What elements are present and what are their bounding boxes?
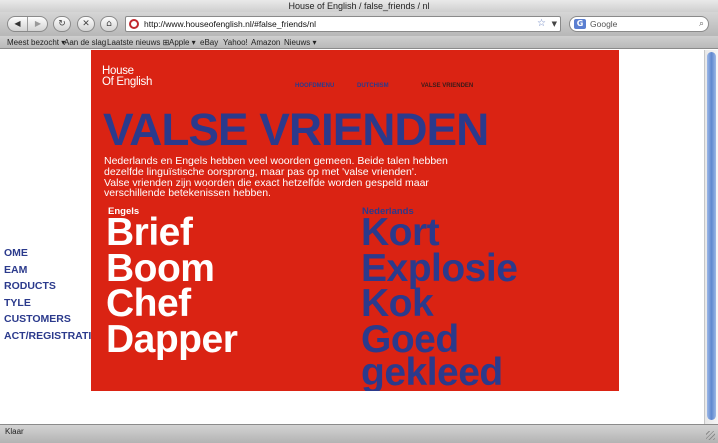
side-nav-style[interactable]: TYLE — [4, 295, 91, 312]
site-favicon-icon — [129, 19, 139, 29]
page-title: VALSE VRIENDEN — [103, 104, 489, 155]
dutch-word-list: Kort Explosie Kok Goed gekleed — [361, 211, 518, 391]
home-icon[interactable]: ⌂ — [100, 16, 118, 32]
english-word[interactable]: Boom — [106, 249, 237, 287]
dutch-word: Kort — [361, 211, 440, 254]
url-dropdown-icon[interactable]: ▼ — [552, 17, 557, 32]
status-bar: Klaar — [0, 424, 718, 443]
english-word[interactable]: Brief — [106, 213, 237, 251]
back-forward-group: ◀ ▶ — [7, 16, 48, 32]
dutch-word: gekleed — [361, 351, 503, 391]
stop-icon[interactable]: ✕ — [77, 16, 95, 32]
bookmarks-bar: Meest bezocht ▾ Aan de slag Laatste nieu… — [0, 36, 718, 49]
bookmark-yahoo[interactable]: Yahoo! — [223, 36, 248, 49]
site-side-nav: OME EAM RODUCTS TYLE CUSTOMERS ACT/REGIS… — [0, 245, 91, 345]
address-bar[interactable]: http://www.houseofenglish.nl/#false_frie… — [125, 16, 561, 32]
bookmark-ebay[interactable]: eBay — [200, 36, 218, 49]
bookmark-apple[interactable]: Apple ▾ — [169, 36, 196, 49]
page-viewport: OME EAM RODUCTS TYLE CUSTOMERS ACT/REGIS… — [0, 50, 704, 424]
search-input[interactable]: Google — [590, 17, 617, 32]
english-word[interactable]: Dapper — [106, 320, 238, 358]
intro-line: verschillende betekenissen hebben. — [104, 187, 271, 200]
scrollbar-thumb[interactable] — [707, 52, 716, 420]
browser-toolbar: ◀ ▶ ↻ ✕ ⌂ http://www.houseofenglish.nl/#… — [0, 12, 718, 36]
dutch-word: Explosie — [361, 246, 518, 290]
content-panel: House Of English HOOFDMENU DUTCHISM VALS… — [91, 50, 619, 391]
search-bar[interactable]: G Google ⌕ — [569, 16, 709, 32]
bookmark-news[interactable]: Nieuws ▾ — [284, 36, 316, 49]
bookmark-amazon[interactable]: Amazon — [251, 36, 280, 49]
menu-false-friends[interactable]: VALSE VRIENDEN — [421, 83, 473, 89]
window-titlebar: House of English / false_friends / nl — [0, 0, 718, 12]
menu-dutchism[interactable]: DUTCHISM — [357, 83, 389, 89]
bookmark-latest-news[interactable]: Laatste nieuws ⊞ — [107, 36, 169, 49]
vertical-scrollbar[interactable] — [704, 50, 718, 424]
site-logo[interactable]: House Of English — [102, 65, 153, 88]
english-word-list: Brief Boom Chef Dapper — [106, 213, 238, 358]
side-nav-customers[interactable]: CUSTOMERS — [4, 311, 91, 328]
side-nav-contact-registration[interactable]: ACT/REGISTRATI — [4, 328, 91, 345]
side-nav-team[interactable]: EAM — [4, 262, 91, 279]
reload-icon[interactable]: ↻ — [53, 16, 71, 32]
intro-text: Nederlands en Engels hebben veel woorden… — [104, 156, 524, 199]
side-nav-home[interactable]: OME — [4, 245, 91, 262]
search-magnifier-icon[interactable]: ⌕ — [699, 17, 704, 31]
status-text: Klaar — [5, 427, 24, 436]
logo-line-2: Of English — [102, 76, 153, 88]
url-text[interactable]: http://www.houseofenglish.nl/#false_frie… — [144, 17, 316, 32]
window-title: House of English / false_friends / nl — [288, 1, 430, 11]
google-icon[interactable]: G — [574, 19, 586, 29]
dutch-word: Kok — [361, 282, 434, 325]
bookmark-star-icon[interactable]: ☆ — [537, 17, 546, 31]
bookmark-most-visited[interactable]: Meest bezocht ▾ — [7, 36, 65, 49]
menu-main[interactable]: HOOFDMENU — [295, 83, 334, 89]
forward-arrow-icon[interactable]: ▶ — [28, 17, 48, 31]
intro-line: dezelfde linguïstische oorsprong, maar p… — [104, 165, 417, 178]
bookmark-getting-started[interactable]: Aan de slag — [64, 36, 106, 49]
english-word[interactable]: Chef — [106, 284, 237, 322]
side-nav-products[interactable]: RODUCTS — [4, 278, 91, 295]
back-arrow-icon[interactable]: ◀ — [8, 17, 28, 31]
resize-grip-icon[interactable] — [706, 431, 715, 440]
